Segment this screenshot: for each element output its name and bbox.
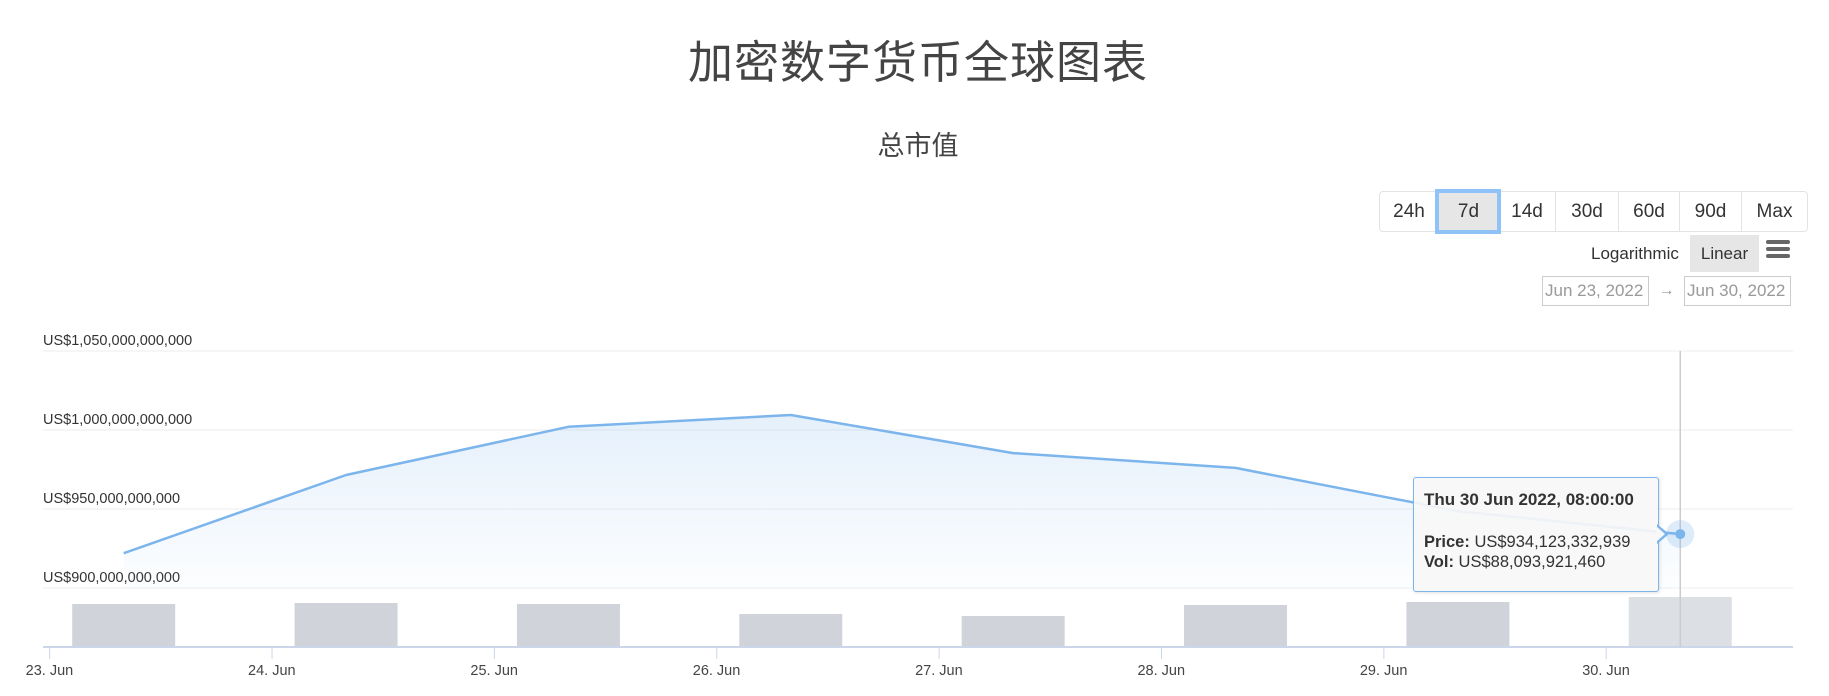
- range-button-7d[interactable]: 7d: [1435, 189, 1501, 234]
- x-tick-label: 27. Jun: [915, 663, 963, 679]
- hover-point: [1675, 529, 1686, 540]
- volume-bar: [72, 603, 176, 647]
- x-tick-label: 26. Jun: [693, 663, 741, 679]
- volume-bar: [294, 603, 398, 647]
- volume-bars: [72, 597, 1732, 647]
- y-tick-label: US$950,000,000,000: [43, 491, 180, 507]
- tooltip-price-value: US$934,123,332,939: [1474, 533, 1631, 551]
- tooltip-vol-label: Vol:: [1424, 553, 1454, 571]
- x-tick-label: 23. Jun: [26, 663, 74, 679]
- x-tick-label: 28. Jun: [1137, 663, 1185, 679]
- tooltip-pointer-inner: [1656, 526, 1665, 542]
- y-tick-label: US$1,050,000,000,000: [43, 333, 192, 349]
- volume-bar: [516, 603, 620, 647]
- hover-marker: [1666, 520, 1695, 549]
- volume-bar: [739, 614, 843, 647]
- tooltip-vol-value: US$88,093,921,460: [1458, 553, 1606, 571]
- x-axis-ticks: 23. Jun 24. Jun 25. Jun 26. Jun 27. Jun 28. J…: [26, 647, 1630, 679]
- y-tick-label: US$1,000,000,000,000: [43, 412, 192, 428]
- x-tick-label: 25. Jun: [470, 663, 518, 679]
- x-tick-label: 30. Jun: [1582, 663, 1630, 679]
- tooltip-price-label: Price:: [1424, 533, 1470, 551]
- tooltip-date: Thu 30 Jun 2022, 08:00:00: [1424, 490, 1634, 509]
- x-tick-label: 29. Jun: [1360, 663, 1408, 679]
- x-tick-label: 24. Jun: [248, 663, 296, 679]
- tooltip: Thu 30 Jun 2022, 08:00:00 Price: US$934,…: [1413, 477, 1659, 592]
- volume-bar: [1406, 601, 1510, 647]
- volume-bar: [961, 616, 1065, 647]
- volume-bar: [1184, 604, 1288, 647]
